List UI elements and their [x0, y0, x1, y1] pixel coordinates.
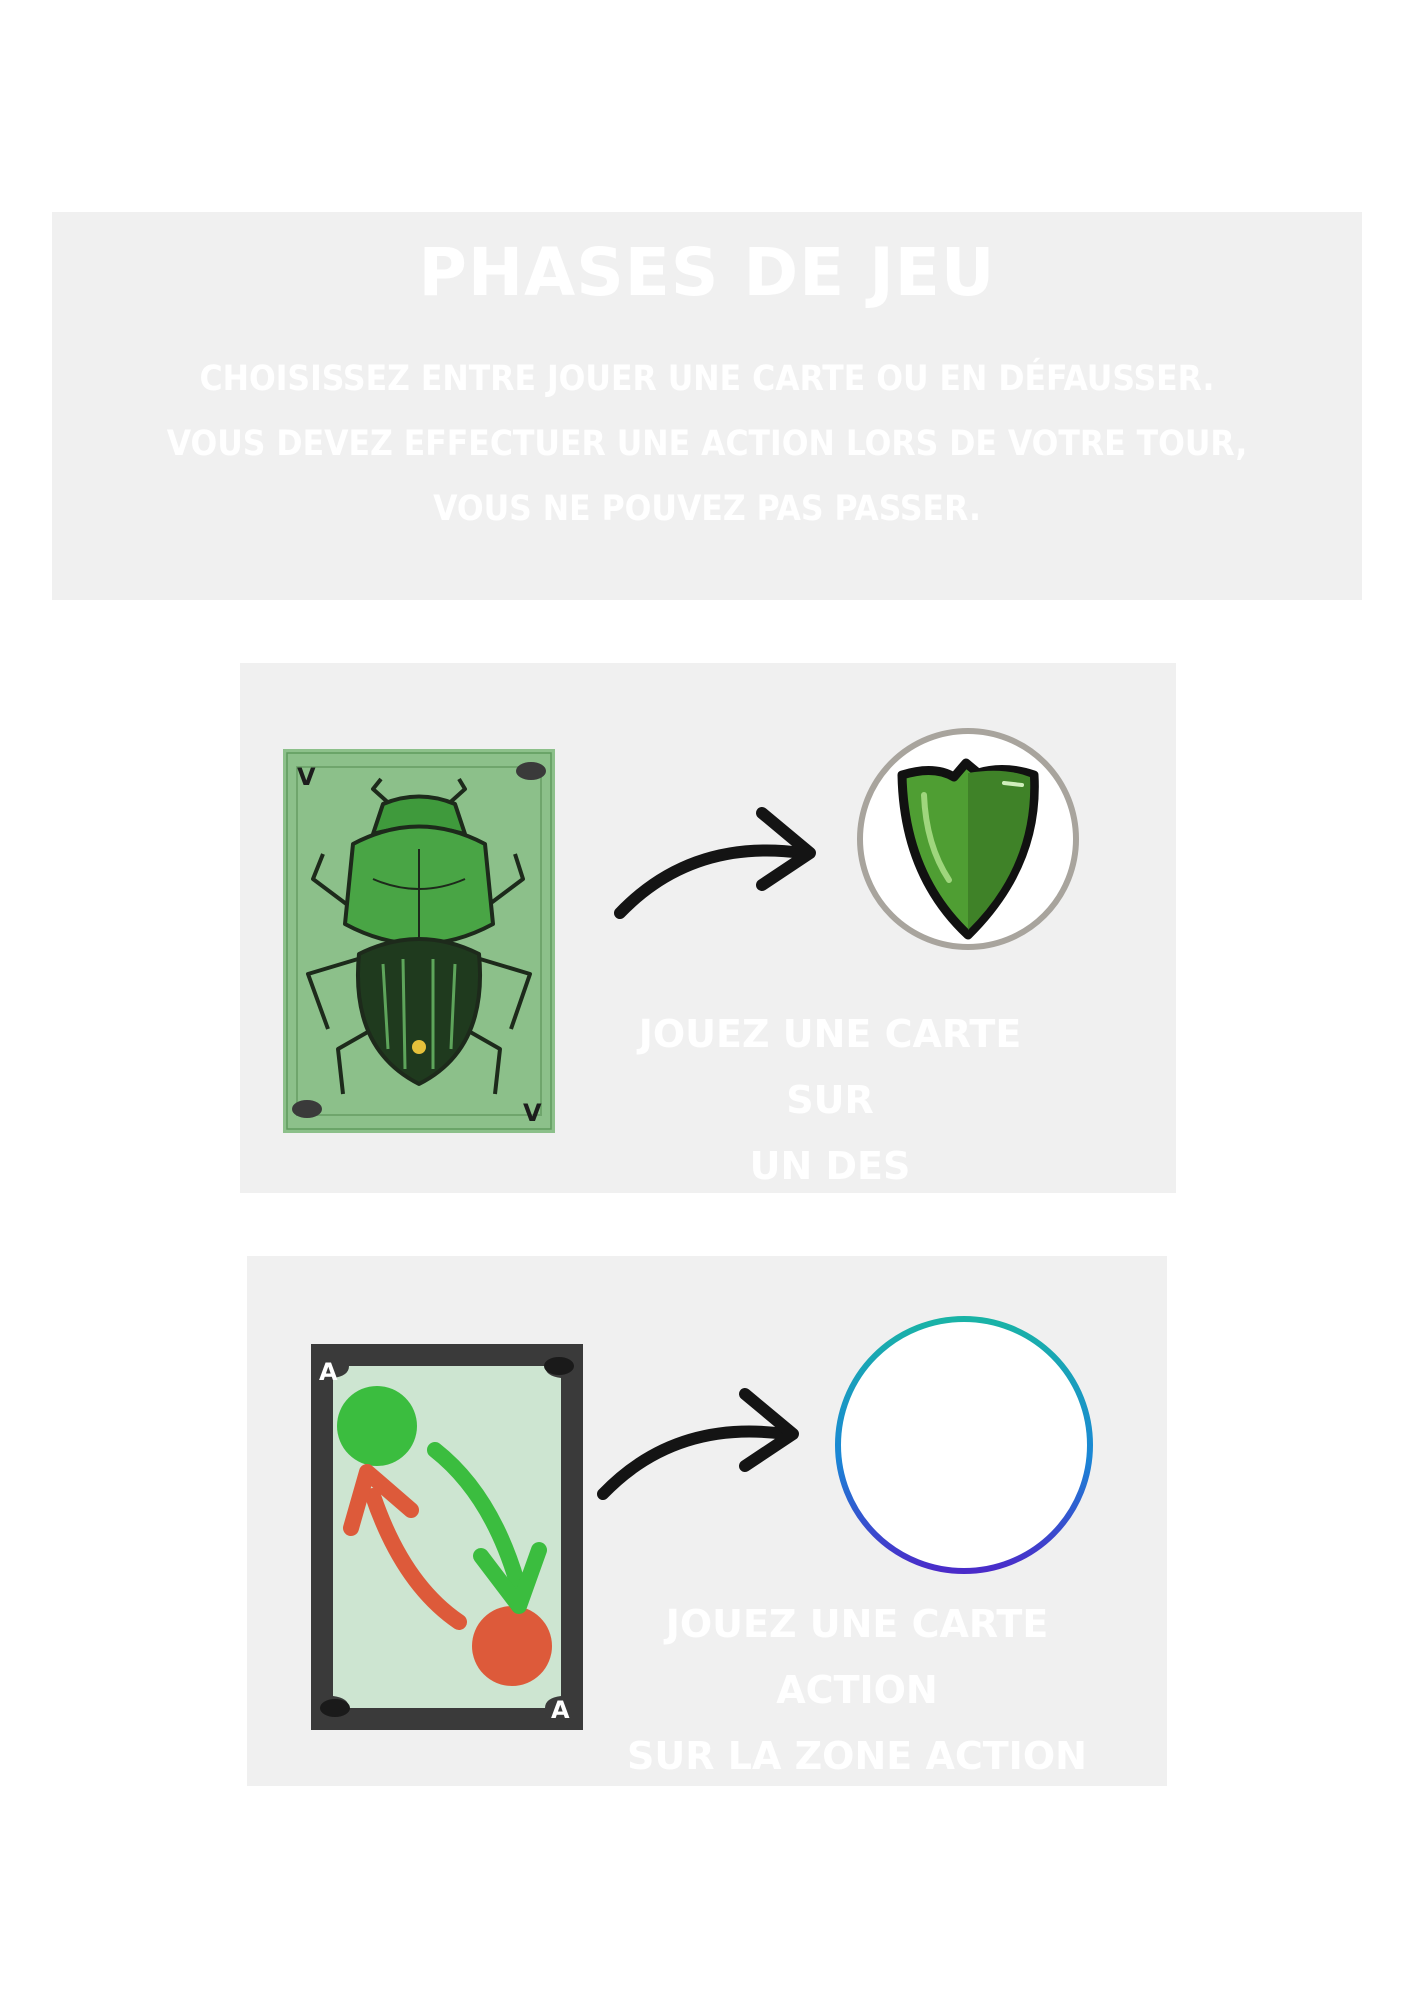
card-rank-bottom: A	[551, 1696, 570, 1724]
intro-line-2: VOUS DEVEZ EFFECTUER UNE ACTION LORS DE …	[166, 424, 1248, 464]
page-title: PHASES DE JEU	[418, 234, 996, 311]
action-zone-ring-icon	[835, 1316, 1093, 1574]
step2-caption: JOUEZ UNE CARTE ACTION SUR LA ZONE ACTIO…	[587, 1591, 1127, 1789]
beetle-card: V V	[283, 749, 555, 1133]
step2-caption-line-2: SUR LA ZONE ACTION	[627, 1734, 1087, 1778]
header-panel: PHASES DE JEU CHOISISSEZ ENTRE JOUER UNE…	[52, 212, 1362, 600]
step-play-action-panel: A A JOUEZ UNE CARTE ACTION SUR LA ZONE A…	[247, 1256, 1167, 1786]
intro-line-1: CHOISISSEZ ENTRE JOUER UNE CARTE OU EN D…	[199, 359, 1215, 399]
card-rank-bottom: V	[523, 1099, 542, 1127]
step1-caption-line-1: JOUEZ UNE CARTE SUR	[638, 1012, 1022, 1122]
arrow-right-icon	[597, 1388, 799, 1500]
generator-shield-slot	[857, 728, 1079, 950]
card-rank-top: V	[297, 763, 316, 791]
intro-text: CHOISISSEZ ENTRE JOUER UNE CARTE OU EN D…	[52, 347, 1362, 542]
action-card: A A	[311, 1344, 583, 1730]
intro-line-3: VOUS NE POUVEZ PAS PASSER.	[433, 489, 981, 529]
step-play-on-generator-panel: V V JOUEZ UNE CARTE SUR UN DES GÉNÉRATEU…	[240, 663, 1176, 1254]
arrow-right-icon	[614, 807, 816, 919]
step1-caption: JOUEZ UNE CARTE SUR UN DES GÉNÉRATEURS	[630, 1001, 1030, 1265]
step1-caption-line-2: UN DES GÉNÉRATEURS	[675, 1144, 985, 1254]
step2-caption-line-1: JOUEZ UNE CARTE ACTION	[665, 1602, 1049, 1712]
card-rank-top: A	[319, 1358, 338, 1386]
